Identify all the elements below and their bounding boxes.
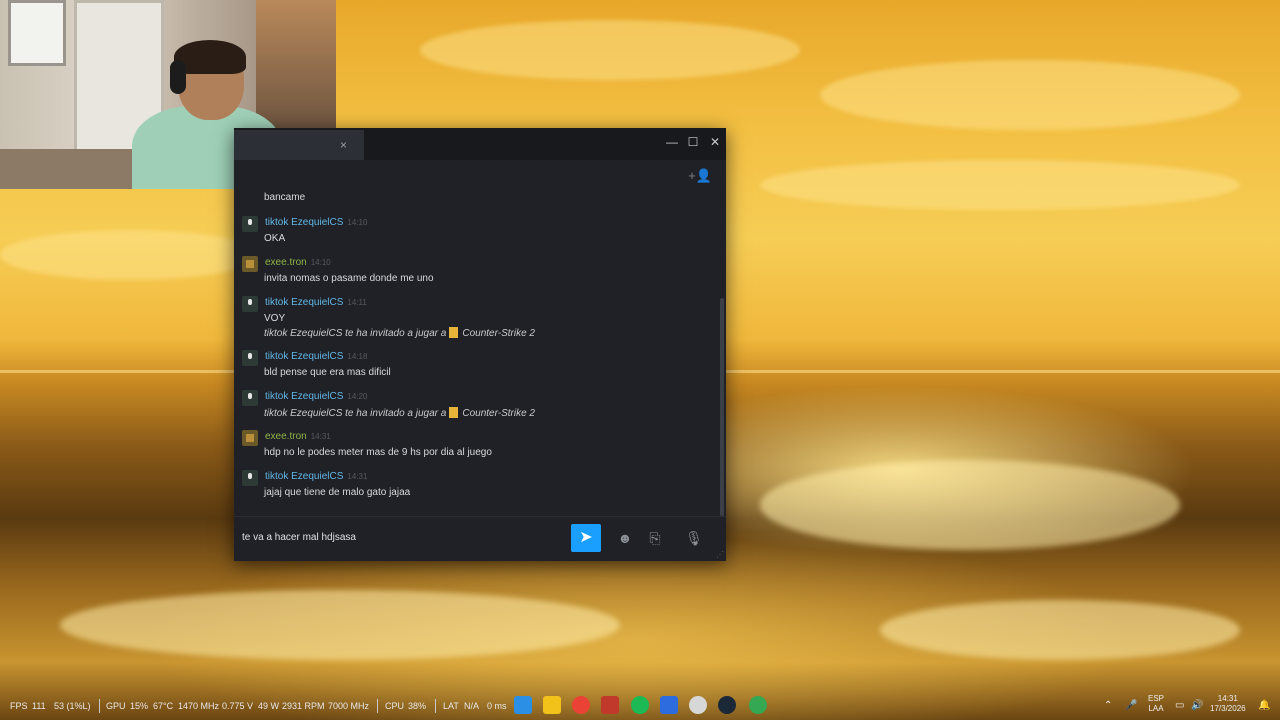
message-text: OKA <box>264 233 286 244</box>
cpu-load: 38% <box>408 701 427 711</box>
divider <box>435 699 436 713</box>
chat-tab[interactable]: × <box>234 130 364 160</box>
avatar[interactable] <box>242 470 258 486</box>
memory-clock: 7000 MHz <box>328 701 370 711</box>
timestamp: 14:11 <box>347 298 367 307</box>
author-name[interactable]: tiktok EzequielCS 14:31 <box>265 471 367 482</box>
avatar[interactable] <box>242 296 258 312</box>
avatar[interactable] <box>242 256 258 272</box>
windows-start-icon[interactable] <box>514 696 532 714</box>
maximize-button[interactable]: ☐ <box>683 132 703 152</box>
message-list: bancame tiktok EzequielCS 14:10 OKA exee.… <box>234 160 718 516</box>
message-text: invita nomas o pasame donde me uno <box>264 273 434 284</box>
message-text: VOY <box>264 313 286 324</box>
cloud <box>420 20 800 80</box>
tray-overflow-icon[interactable]: ⌃ <box>1104 700 1112 711</box>
send-button[interactable]: ➤ <box>571 524 601 552</box>
fps-value: 111 <box>32 701 46 711</box>
resize-grip-icon[interactable]: ⋰ <box>716 550 724 559</box>
chat-message-input[interactable] <box>240 525 564 549</box>
tab-close-icon[interactable]: × <box>340 138 347 152</box>
gpu-clock: 1470 MHz <box>178 701 220 711</box>
message-text: jajaj que tiene de malo gato jajaa <box>264 487 411 498</box>
gpu-temp: 67°C <box>153 701 174 711</box>
timestamp: 14:31 <box>347 472 368 481</box>
voice-chat-icon[interactable]: 🎙 <box>682 526 706 550</box>
file-explorer-icon[interactable] <box>543 696 561 714</box>
clock[interactable]: 14:31 17/3/2026 <box>1210 694 1246 714</box>
message-text: hdp no le podes meter mas de 9 hs por di… <box>264 447 492 458</box>
gpu-voltage: 0.775 V <box>222 701 254 711</box>
taskbar: FPS 111 53 (1%L) GPU 15% 67°C 1470 MHz 0… <box>0 690 1280 720</box>
cloud <box>0 230 260 280</box>
attach-icon[interactable]: ⎘ <box>643 526 667 550</box>
author-name[interactable]: tiktok EzequielCS 14:20 <box>265 391 367 402</box>
chrome-icon[interactable] <box>572 696 590 714</box>
avatar[interactable] <box>242 216 258 232</box>
emoji-icon[interactable]: ☻ <box>613 526 637 550</box>
wave-crest <box>760 460 1180 550</box>
network-icon[interactable]: ▭ <box>1175 700 1184 711</box>
author-name[interactable]: tiktok EzequielCS 14:10 <box>265 217 367 228</box>
language-indicator[interactable]: ESP LAA <box>1148 694 1164 714</box>
steam-chat-window: × — ☐ ✕ +👤 bancame tiktok EzequielCS 14:1… <box>234 128 726 561</box>
wave-crest <box>880 600 1240 660</box>
divider <box>377 699 378 713</box>
spotify-icon[interactable] <box>631 696 649 714</box>
wave-crest <box>60 590 620 660</box>
timestamp: 14:10 <box>310 258 331 267</box>
avatar[interactable] <box>242 350 258 366</box>
avatar[interactable] <box>242 430 258 446</box>
timestamp: 14:10 <box>347 218 368 227</box>
latency-ms: 0 ms <box>487 701 507 711</box>
counter-strike-icon <box>449 407 459 418</box>
chat-scrollbar[interactable] <box>720 298 724 516</box>
cloud <box>820 60 1240 130</box>
chrome-alt-icon[interactable] <box>749 696 767 714</box>
webcam-background-window <box>8 0 66 66</box>
fps-low-value: 53 (1%L) <box>54 701 91 711</box>
gpu-power: 49 W <box>258 701 280 711</box>
game-invite[interactable]: tiktok EzequielCS te ha invitado a jugar… <box>264 407 535 419</box>
timestamp: 14:18 <box>347 352 368 361</box>
game-invite[interactable]: tiktok EzequielCS te ha invitado a jugar… <box>264 327 535 339</box>
microphone-icon[interactable]: 🎤 <box>1125 700 1137 711</box>
author-name[interactable]: exee.tron 14:10 <box>265 257 331 268</box>
gpu-label: GPU <box>106 701 126 711</box>
app-icon[interactable] <box>601 696 619 714</box>
close-button[interactable]: ✕ <box>705 132 725 152</box>
latency-label: LAT <box>443 701 459 711</box>
fps-label: FPS <box>10 701 28 711</box>
headset <box>170 60 186 94</box>
gpu-fan: 2931 RPM <box>282 701 325 711</box>
timestamp: 14:20 <box>347 392 368 401</box>
volume-icon[interactable]: 🔊 <box>1191 700 1203 711</box>
counter-strike-icon <box>449 327 459 338</box>
author-name[interactable]: tiktok EzequielCS 14:11 <box>265 297 367 308</box>
timestamp: 14:31 <box>310 432 331 441</box>
divider <box>99 699 100 713</box>
gpu-load: 15% <box>130 701 149 711</box>
latency-value: N/A <box>464 701 480 711</box>
message-text: bancame <box>264 192 306 203</box>
chat-input-bar: ➤ ☻ ⎘ 🎙 ⋰ <box>234 516 726 561</box>
cloud <box>760 160 1240 210</box>
author-name[interactable]: exee.tron 14:31 <box>265 431 331 442</box>
cpu-label: CPU <box>385 701 405 711</box>
avatar[interactable] <box>242 390 258 406</box>
minimize-button[interactable]: — <box>662 132 682 152</box>
steam-icon[interactable] <box>718 696 736 714</box>
counter-strike-taskbar-icon[interactable] <box>660 696 678 714</box>
author-name[interactable]: tiktok EzequielCS 14:18 <box>265 351 367 362</box>
title-bar[interactable]: × — ☐ ✕ <box>234 128 726 160</box>
notification-icon[interactable]: 🔔 <box>1258 700 1270 711</box>
obs-icon[interactable] <box>689 696 707 714</box>
message-text: bld pense que era mas dificil <box>264 367 391 378</box>
